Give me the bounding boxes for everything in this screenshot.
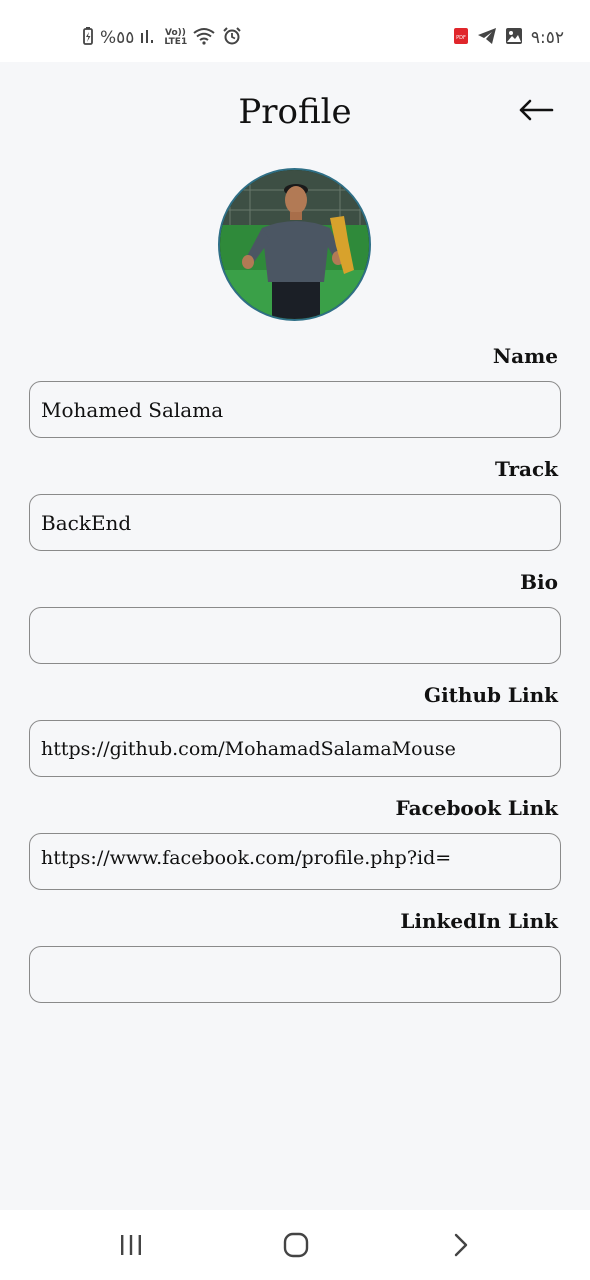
status-right-group: PDF ٩:٥٢: [453, 26, 564, 50]
github-link-field[interactable]: [29, 720, 561, 777]
profile-photo: [220, 170, 369, 319]
alarm-icon: [222, 26, 242, 51]
track-field[interactable]: [29, 494, 561, 551]
name-label: Name: [492, 344, 558, 368]
page-title: Profile: [238, 92, 352, 132]
facebook-link-text: https://www.facebook.com/profile.php?id=: [41, 847, 452, 869]
wifi-icon: [192, 27, 216, 50]
pdf-app-icon: PDF: [453, 27, 469, 50]
home-icon: [283, 1232, 309, 1262]
linkedin-link-label: LinkedIn Link: [400, 909, 558, 933]
nav-back-button[interactable]: [441, 1230, 481, 1264]
name-field[interactable]: [29, 381, 561, 438]
bio-label: Bio: [520, 570, 558, 594]
svg-text:PDF: PDF: [456, 35, 466, 41]
battery-icon: [82, 26, 94, 50]
facebook-link-label: Facebook Link: [395, 796, 558, 820]
track-label: Track: [495, 457, 558, 481]
battery-percent: %٥٥: [100, 28, 135, 48]
bio-field[interactable]: [29, 607, 561, 664]
status-left-group: %٥٥ Vo)) LTE1: [82, 26, 242, 50]
avatar[interactable]: [218, 168, 371, 321]
linkedin-link-field[interactable]: [29, 946, 561, 1003]
github-link-label: Github Link: [423, 683, 558, 707]
telegram-icon: [477, 27, 497, 50]
back-button[interactable]: [514, 92, 558, 132]
facebook-link-field[interactable]: https://www.facebook.com/profile.php?id=: [29, 833, 561, 890]
home-button[interactable]: [276, 1230, 316, 1264]
recent-apps-button[interactable]: [111, 1230, 151, 1264]
gallery-icon: [505, 27, 523, 50]
arrow-left-icon: [518, 99, 554, 125]
network-type: Vo)) LTE1: [164, 28, 188, 47]
system-nav-bar: [0, 1210, 590, 1280]
app-header: Profile: [0, 62, 590, 162]
chevron-right-icon: [453, 1232, 469, 1262]
recent-apps-icon: [119, 1234, 143, 1260]
signal-icon: [140, 28, 158, 49]
status-bar: %٥٥ Vo)) LTE1 PDF ٩:٥٢: [0, 0, 590, 62]
clock-time: ٩:٥٢: [530, 28, 564, 48]
